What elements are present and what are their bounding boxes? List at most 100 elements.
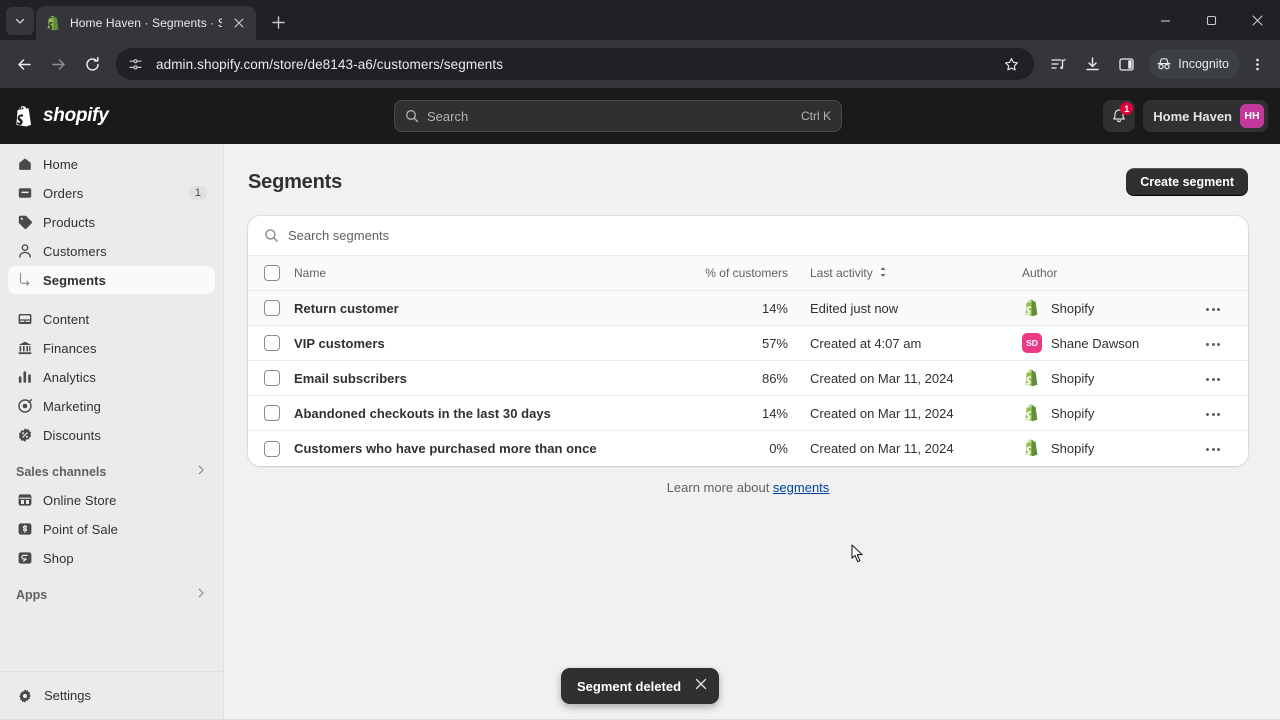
row-checkbox[interactable]: [264, 405, 280, 422]
search-segments-input[interactable]: Search segments: [248, 216, 1248, 256]
segment-name[interactable]: Email subscribers: [294, 361, 690, 396]
sidebar-item-settings[interactable]: Settings: [0, 671, 223, 719]
toast-close-icon[interactable]: [695, 677, 707, 695]
tab-close-icon[interactable]: [230, 14, 248, 32]
home-icon: [16, 155, 34, 173]
sub-elbow-icon: [16, 271, 34, 289]
segment-percent: 57%: [761, 335, 788, 351]
forward-arrow-icon[interactable]: [42, 48, 74, 80]
sidebar-section-apps[interactable]: Apps: [8, 581, 215, 609]
sidebar-item-segments[interactable]: Segments: [8, 266, 215, 294]
segments-help-link[interactable]: segments: [773, 480, 829, 495]
select-all-checkbox[interactable]: [264, 265, 280, 281]
sidebar-section-sales-channels[interactable]: Sales channels: [8, 458, 215, 486]
topbar-right: 1 Home Haven HH: [1103, 100, 1268, 132]
store-menu-button[interactable]: Home Haven HH: [1143, 100, 1268, 132]
reading-list-icon[interactable]: [1042, 48, 1074, 80]
segment-author-name: Shopify: [1051, 405, 1095, 421]
gear-icon: [16, 687, 34, 705]
search-shortcut-hint: Ctrl K: [801, 109, 831, 123]
last-activity-label: Last activity: [810, 266, 873, 280]
shop-icon: [16, 549, 34, 567]
row-more-menu-icon[interactable]: [1202, 337, 1224, 352]
orders-icon: [16, 184, 34, 202]
store-name: Home Haven: [1153, 108, 1232, 124]
segment-author-cell: Shopify: [1022, 396, 1202, 431]
minimize-button[interactable]: [1142, 0, 1188, 40]
segment-name[interactable]: VIP customers: [294, 326, 690, 361]
browser-menu-icon[interactable]: [1242, 48, 1272, 80]
segments-card: Search segments Name % of customers Last…: [248, 216, 1248, 466]
row-actions-cell: [1202, 396, 1248, 431]
segment-name[interactable]: Return customer: [294, 291, 690, 326]
downloads-icon[interactable]: [1076, 48, 1108, 80]
segment-name[interactable]: Abandoned checkouts in the last 30 days: [294, 396, 690, 431]
incognito-indicator[interactable]: Incognito: [1148, 49, 1240, 79]
column-header-last-activity[interactable]: Last activity: [810, 256, 1022, 291]
sidebar-item-marketing[interactable]: Marketing: [8, 392, 215, 420]
row-checkbox[interactable]: [264, 370, 280, 387]
browser-tab[interactable]: Home Haven · Segments · Shop: [36, 6, 256, 40]
table-row[interactable]: Abandoned checkouts in the last 30 days …: [248, 395, 1248, 431]
row-select-cell: [248, 431, 294, 466]
notifications-button[interactable]: 1: [1103, 100, 1136, 132]
row-checkbox[interactable]: [264, 335, 280, 352]
sidebar-item-label: Products: [43, 214, 96, 230]
toast-notification: Segment deleted: [560, 668, 720, 704]
sidebar-item-customers[interactable]: Customers: [8, 237, 215, 265]
reload-icon[interactable]: [76, 48, 108, 80]
sidebar-item-label: Settings: [44, 688, 91, 703]
global-search-placeholder: Search: [427, 108, 469, 124]
back-arrow-icon[interactable]: [8, 48, 40, 80]
segments-table: Name % of customers Last activity Author…: [248, 256, 1248, 466]
chevron-right-icon[interactable]: [195, 463, 207, 481]
select-all-header: [248, 256, 294, 291]
shopify-bag-logo-icon: [16, 105, 32, 127]
segment-name[interactable]: Customers who have purchased more than o…: [294, 431, 690, 466]
new-tab-button[interactable]: [264, 8, 292, 36]
column-header-percent: % of customers: [705, 266, 788, 280]
sidebar-item-label: Marketing: [43, 398, 101, 414]
sidebar-item-home[interactable]: Home: [8, 150, 215, 178]
chevron-right-icon[interactable]: [195, 586, 207, 604]
row-more-menu-icon[interactable]: [1202, 302, 1224, 317]
discounts-badge-icon: [16, 426, 34, 444]
bookmark-star-icon[interactable]: [998, 51, 1024, 77]
sidebar-item-discounts[interactable]: Discounts: [8, 421, 215, 449]
segment-percent: 14%: [761, 300, 788, 316]
maximize-button[interactable]: [1188, 0, 1234, 40]
create-segment-button[interactable]: Create segment: [1126, 168, 1248, 196]
row-more-menu-icon[interactable]: [1202, 372, 1224, 387]
address-bar[interactable]: admin.shopify.com/store/de8143-a6/custom…: [116, 48, 1035, 80]
row-checkbox[interactable]: [264, 300, 280, 317]
shopify-admin: shopify Search Ctrl K 1 Home Haven HH Ho…: [0, 88, 1280, 720]
site-settings-icon[interactable]: [122, 51, 148, 77]
global-search-input[interactable]: Search Ctrl K: [394, 100, 842, 132]
sidebar-item-label: Finances: [43, 340, 97, 356]
table-row[interactable]: Email subscribers 86% Created on Mar 11,…: [248, 360, 1248, 396]
row-more-menu-icon[interactable]: [1202, 407, 1224, 422]
sidebar-item-analytics[interactable]: Analytics: [8, 363, 215, 391]
sidebar-item-orders[interactable]: Orders 1: [8, 179, 215, 207]
tab-search-chevron-icon[interactable]: [6, 7, 34, 35]
sidebar-item-online-store[interactable]: Online Store: [8, 486, 215, 514]
side-panel-icon[interactable]: [1110, 48, 1142, 80]
sidebar-item-label: Online Store: [43, 492, 117, 508]
sidebar-item-shop[interactable]: Shop: [8, 544, 215, 572]
shopify-logo[interactable]: shopify: [14, 104, 394, 129]
sidebar-item-content[interactable]: Content: [8, 305, 215, 333]
row-checkbox[interactable]: [264, 440, 280, 457]
table-row[interactable]: VIP customers 57% Created at 4:07 am SD …: [248, 325, 1248, 361]
close-window-button[interactable]: [1234, 0, 1280, 40]
row-more-menu-icon[interactable]: [1202, 442, 1224, 457]
sort-icon[interactable]: [878, 266, 888, 281]
segment-activity: Created at 4:07 am: [810, 335, 922, 351]
segment-percent: 0%: [769, 440, 788, 456]
table-row[interactable]: Return customer 14% Edited just now Shop…: [248, 290, 1248, 326]
sidebar-item-point-of-sale[interactable]: Point of Sale: [8, 515, 215, 543]
toast-message: Segment deleted: [576, 678, 682, 694]
sidebar-item-finances[interactable]: Finances: [8, 334, 215, 362]
column-header-actions: [1202, 256, 1248, 291]
table-row[interactable]: Customers who have purchased more than o…: [248, 430, 1248, 466]
sidebar-item-products[interactable]: Products: [8, 208, 215, 236]
